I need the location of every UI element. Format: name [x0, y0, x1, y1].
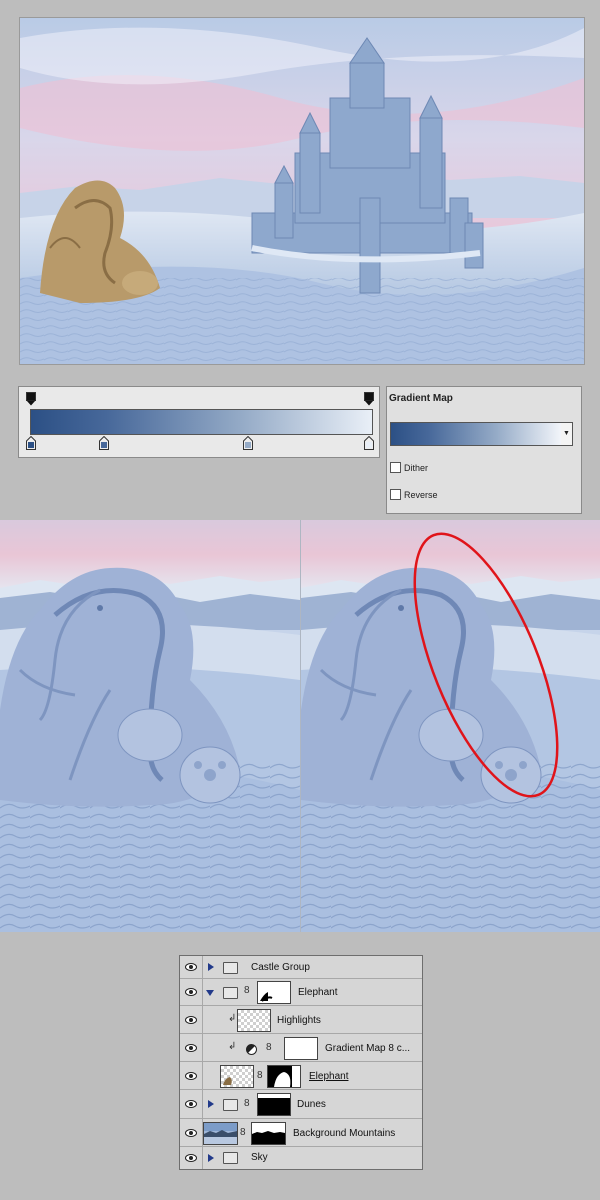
- link-icon: 8: [257, 1070, 263, 1081]
- eye-icon[interactable]: [180, 1090, 203, 1118]
- link-icon: 8: [244, 985, 250, 996]
- opacity-stop-left[interactable]: [26, 392, 36, 406]
- eye-icon[interactable]: [180, 1119, 203, 1146]
- layer-thumbnail[interactable]: [220, 1065, 254, 1088]
- expand-arrow-icon[interactable]: [208, 1154, 214, 1162]
- layer-name: Castle Group: [251, 962, 310, 973]
- layer-name: Background Mountains: [293, 1128, 396, 1139]
- layer-name: Dunes: [297, 1099, 326, 1110]
- eye-icon[interactable]: [180, 1034, 203, 1061]
- mask-thumbnail[interactable]: [257, 981, 291, 1004]
- layer-row-background-mountains[interactable]: 8 Background Mountains: [180, 1119, 422, 1147]
- layer-row-highlights[interactable]: ↲ Highlights: [180, 1006, 422, 1034]
- layer-row-castle-group[interactable]: Castle Group: [180, 956, 422, 979]
- reverse-checkbox[interactable]: Reverse: [390, 489, 438, 500]
- expand-arrow-icon[interactable]: [208, 963, 214, 971]
- color-stop-4[interactable]: [364, 436, 374, 450]
- checkbox-box[interactable]: [390, 489, 401, 500]
- layer-name: Elephant: [309, 1071, 349, 1082]
- layer-row-elephant[interactable]: 8 Elephant: [180, 1062, 422, 1090]
- clipping-arrow-icon: ↲: [228, 1041, 237, 1052]
- clipping-arrow-icon: ↲: [228, 1013, 237, 1024]
- color-stop-1[interactable]: [26, 436, 36, 450]
- link-icon: 8: [266, 1042, 272, 1053]
- eye-icon[interactable]: [180, 1147, 203, 1169]
- layer-row-sky[interactable]: Sky: [180, 1147, 422, 1169]
- gradient-picker[interactable]: [390, 422, 562, 446]
- dropdown-arrow-icon[interactable]: ▼: [561, 422, 573, 446]
- folder-icon: [223, 1152, 238, 1164]
- gradient-preview-bar[interactable]: [30, 409, 373, 435]
- folder-icon: [223, 1099, 238, 1111]
- eye-icon[interactable]: [180, 956, 203, 978]
- layer-name: Sky: [251, 1152, 268, 1163]
- layers-panel: Castle Group 8 Elephant ↲ Highlights ↲ 8…: [179, 955, 423, 1170]
- elephant-comparison-image: [0, 520, 600, 932]
- layer-name: Elephant: [298, 987, 338, 998]
- gradient-map-panel: Gradient Map ▼ Dither Reverse: [386, 386, 582, 514]
- dither-label: Dither: [404, 462, 429, 473]
- color-stop-2[interactable]: [99, 436, 109, 450]
- layer-row-dunes[interactable]: 8 Dunes: [180, 1090, 422, 1119]
- gradient-editor: [18, 386, 380, 458]
- mask-thumbnail[interactable]: [267, 1065, 301, 1088]
- mask-thumbnail[interactable]: [284, 1037, 318, 1060]
- layer-name: Gradient Map 8 c...: [325, 1043, 411, 1054]
- link-icon: 8: [240, 1127, 246, 1138]
- mask-thumbnail[interactable]: [251, 1122, 286, 1145]
- eye-icon[interactable]: [180, 979, 203, 1005]
- opacity-stop-right[interactable]: [364, 392, 374, 406]
- color-stop-3[interactable]: [243, 436, 253, 450]
- layer-thumbnail[interactable]: [237, 1009, 271, 1032]
- castle-scene-image: [20, 18, 584, 364]
- eye-icon[interactable]: [180, 1062, 203, 1089]
- collapse-arrow-icon[interactable]: [206, 990, 214, 996]
- folder-icon: [223, 987, 238, 999]
- panel-title: Gradient Map: [389, 393, 453, 404]
- checkbox-box[interactable]: [390, 462, 401, 473]
- adjustment-layer-icon: [246, 1042, 257, 1060]
- layer-thumbnail[interactable]: [203, 1122, 238, 1145]
- link-icon: 8: [244, 1098, 250, 1109]
- layer-row-elephant-group[interactable]: 8 Elephant: [180, 979, 422, 1006]
- layer-name: Highlights: [277, 1015, 321, 1026]
- dither-checkbox[interactable]: Dither: [390, 462, 428, 473]
- layer-row-gradient-map[interactable]: ↲ 8 Gradient Map 8 c...: [180, 1034, 422, 1062]
- reverse-label: Reverse: [404, 489, 438, 500]
- expand-arrow-icon[interactable]: [208, 1100, 214, 1108]
- folder-icon: [223, 962, 238, 974]
- eye-icon[interactable]: [180, 1006, 203, 1033]
- mask-thumbnail[interactable]: [257, 1093, 291, 1116]
